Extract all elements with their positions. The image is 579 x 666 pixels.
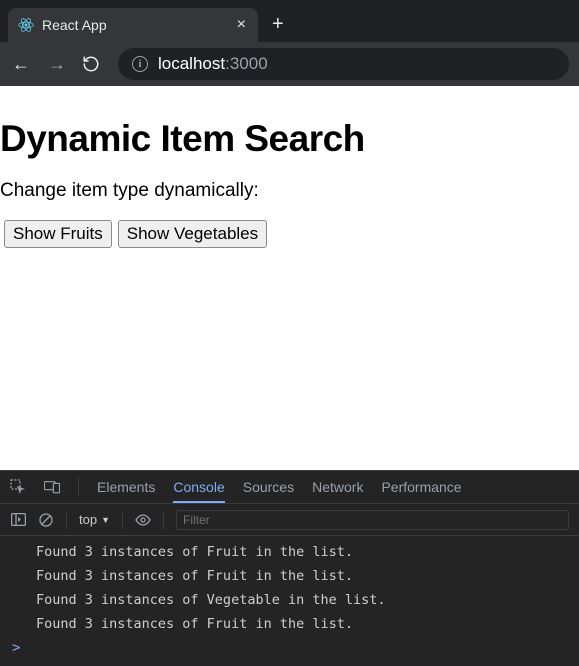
url-host: localhost (158, 54, 225, 73)
show-vegetables-button[interactable]: Show Vegetables (118, 220, 267, 248)
console-line: Found 3 instances of Fruit in the list. (0, 564, 579, 588)
new-tab-button[interactable]: + (266, 13, 290, 36)
address-bar[interactable]: i localhost:3000 (118, 48, 569, 80)
clear-console-icon[interactable] (38, 512, 54, 528)
console-line: Found 3 instances of Fruit in the list. (0, 612, 579, 636)
tab-console[interactable]: Console (173, 479, 224, 503)
tab-network[interactable]: Network (312, 479, 363, 495)
live-expression-icon[interactable] (135, 512, 151, 528)
page-title: Dynamic Item Search (0, 118, 579, 160)
inspect-element-icon[interactable] (10, 479, 26, 495)
devtools-tabbar: Elements Console Sources Network Perform… (0, 470, 579, 504)
tab-sources[interactable]: Sources (243, 479, 294, 495)
show-fruits-button[interactable]: Show Fruits (4, 220, 112, 248)
url-display: localhost:3000 (158, 54, 268, 74)
separator (122, 511, 123, 529)
console-toolbar: top ▼ (0, 504, 579, 536)
page-content: Dynamic Item Search Change item type dyn… (0, 86, 579, 470)
browser-chrome: React App × + ← → i localhost:3000 (0, 0, 579, 86)
console-line: Found 3 instances of Vegetable in the li… (0, 588, 579, 612)
console-prompt[interactable]: > (0, 636, 579, 660)
separator (163, 511, 164, 529)
page-subtitle: Change item type dynamically: (0, 180, 579, 202)
browser-toolbar: ← → i localhost:3000 (0, 42, 579, 86)
tab-performance[interactable]: Performance (381, 479, 461, 495)
sidebar-toggle-icon[interactable] (10, 512, 26, 528)
close-tab-icon[interactable]: × (235, 15, 248, 35)
site-info-icon[interactable]: i (132, 56, 148, 72)
separator (66, 511, 67, 529)
reload-button[interactable] (82, 55, 104, 73)
url-port: :3000 (225, 54, 268, 73)
separator (78, 478, 79, 496)
context-label: top (79, 512, 97, 527)
console-output: Found 3 instances of Fruit in the list. … (0, 536, 579, 666)
tab-strip: React App × + (0, 0, 579, 42)
console-line: Found 3 instances of Fruit in the list. (0, 540, 579, 564)
react-logo-icon (18, 17, 34, 33)
forward-button[interactable]: → (46, 54, 68, 75)
tab-title: React App (42, 17, 227, 33)
chevron-down-icon: ▼ (101, 515, 110, 525)
tab-elements[interactable]: Elements (97, 479, 155, 495)
back-button[interactable]: ← (10, 54, 32, 75)
context-selector[interactable]: top ▼ (79, 512, 110, 527)
console-filter-input[interactable] (176, 510, 569, 530)
devtools-panel: Elements Console Sources Network Perform… (0, 470, 579, 666)
button-row: Show Fruits Show Vegetables (0, 220, 579, 248)
device-toolbar-icon[interactable] (44, 479, 60, 495)
browser-tab[interactable]: React App × (8, 8, 258, 42)
